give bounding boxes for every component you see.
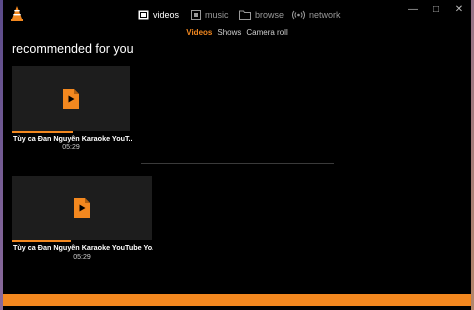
video-title: Tùy ca Đan Nguyên Karaoke YouTube Yo... [13, 243, 153, 252]
nav-music-label: music [205, 10, 229, 20]
minimize-button[interactable]: — [403, 4, 423, 15]
sub-navigation: Videos Shows Camera roll [3, 28, 471, 40]
tab-camera-roll[interactable]: Camera roll [246, 28, 287, 40]
nav-music[interactable]: music [191, 6, 229, 24]
close-button[interactable]: ✕ [449, 4, 469, 15]
video-thumbnail[interactable] [12, 66, 130, 131]
minimize-icon: — [408, 4, 418, 15]
nav-videos-label: videos [153, 10, 180, 20]
tab-videos[interactable]: Videos [186, 28, 212, 40]
videos-icon [138, 10, 149, 20]
video-duration: 05:29 [73, 254, 91, 261]
nav-network[interactable]: network [292, 6, 341, 24]
watch-progress-bar [12, 240, 71, 242]
folder-icon [239, 10, 251, 20]
video-card[interactable]: Tùy ca Đan Nguyên Karaoke YouTube Yo... … [12, 176, 153, 266]
tab-shows[interactable]: Shows [217, 28, 241, 40]
maximize-button[interactable]: □ [426, 4, 446, 15]
watch-progress-bar [12, 131, 74, 133]
video-duration: 05:29 [62, 144, 80, 151]
video-thumbnail[interactable] [12, 176, 152, 240]
nav-browse[interactable]: browse [239, 6, 284, 24]
network-icon [292, 10, 305, 20]
vlc-logo-icon [11, 6, 23, 21]
play-file-icon [74, 198, 90, 218]
nav-network-label: network [309, 10, 341, 20]
section-divider [141, 163, 334, 164]
music-icon [191, 10, 201, 20]
play-file-icon [63, 88, 79, 109]
nav-videos[interactable]: videos [138, 6, 179, 24]
app-window: videos music browse network — □ ✕ Videos… [3, 0, 471, 310]
video-title: Tùy ca Đan Nguyên Karaoke YouT... [13, 134, 133, 143]
close-icon: ✕ [454, 4, 464, 15]
section-title: recommended for you [12, 42, 134, 56]
maximize-icon: □ [432, 4, 440, 15]
nav-browse-label: browse [255, 10, 285, 20]
title-bar: videos music browse network — □ ✕ [3, 0, 471, 28]
bottom-bar[interactable] [3, 294, 471, 306]
video-card[interactable]: Tùy ca Đan Nguyên Karaoke YouT... 05:29 [12, 66, 133, 156]
